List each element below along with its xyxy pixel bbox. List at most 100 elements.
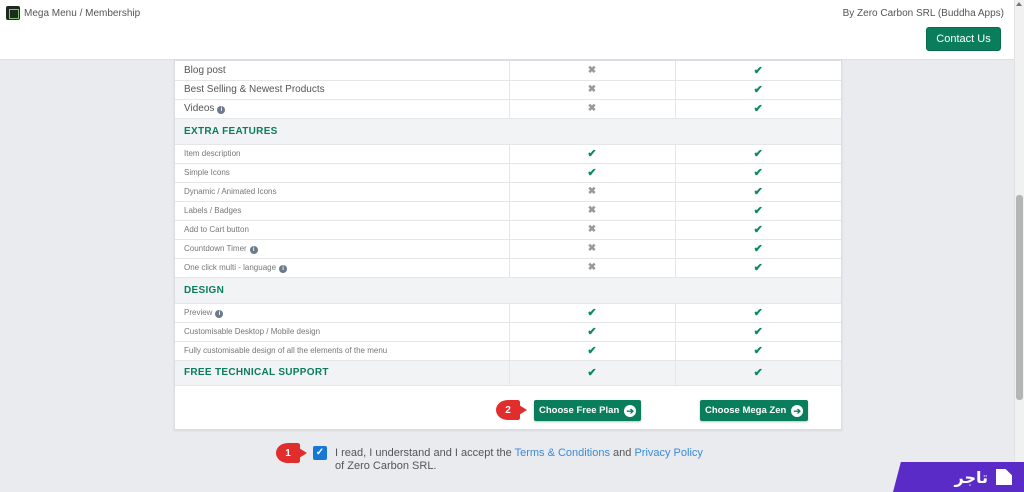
step-badge-1: 1 — [276, 443, 307, 463]
free-plan-cell: ✔ — [509, 360, 676, 386]
check-icon: ✔ — [753, 326, 763, 338]
free-plan-cell: ✔ — [509, 322, 676, 342]
scrollbar-thumb[interactable] — [1016, 195, 1023, 400]
feature-label: Blog post — [184, 64, 226, 76]
plan-comparison-panel: Blog post ✖ ✔ Best Selling & Newest Product… — [174, 60, 842, 430]
check-icon: ✔ — [753, 148, 763, 160]
feature-label: Labels / Badges — [184, 206, 242, 215]
app-title: Mega Menu / Membership — [24, 8, 141, 19]
mega-zen-cell: ✔ — [675, 99, 841, 119]
table-row: Countdown Timer i ✖ ✔ — [175, 239, 841, 259]
choose-mega-zen-label: Choose Mega Zen — [705, 405, 787, 416]
table-row: Dynamic / Animated Icons ✖ ✔ — [175, 182, 841, 202]
mega-zen-cell: ✔ — [675, 220, 841, 240]
table-row: Best Selling & Newest Products ✖ ✔ — [175, 80, 841, 100]
accept-terms-checkbox[interactable]: ✓ — [313, 446, 327, 460]
agreement-text-after: of Zero Carbon SRL. — [335, 460, 437, 472]
agreement-text-middle: and — [609, 447, 635, 459]
feature-label-cell: Labels / Badges — [175, 201, 510, 221]
section-title: DESIGN — [175, 277, 841, 304]
feature-label-cell: Add to Cart button — [175, 220, 510, 240]
check-icon: ✔ — [753, 367, 763, 379]
feature-label: FREE TECHNICAL SUPPORT — [184, 367, 329, 378]
check-icon: ✔ — [753, 84, 763, 96]
check-icon: ✔ — [587, 307, 597, 319]
app-logo-icon — [6, 6, 20, 20]
cross-icon: ✖ — [587, 103, 597, 114]
watermark-logo-icon — [996, 469, 1012, 485]
check-icon: ✔ — [753, 307, 763, 319]
info-icon[interactable]: i — [279, 264, 288, 273]
table-row: Fully customisable design of all the ele… — [175, 341, 841, 361]
check-icon: ✔ — [587, 345, 597, 357]
feature-label-cell: Fully customisable design of all the ele… — [175, 341, 510, 361]
arrow-right-icon: ➔ — [791, 404, 804, 417]
agreement-text: I read, I understand and I accept the Te… — [335, 447, 705, 473]
scroll-up-arrow-icon[interactable] — [1016, 2, 1022, 6]
mega-zen-cell: ✔ — [675, 80, 841, 100]
feature-label: One click multi - language — [184, 262, 277, 272]
app-author: By Zero Carbon SRL (Buddha Apps) — [842, 8, 1004, 19]
mega-zen-cell: ✔ — [675, 144, 841, 164]
cross-icon: ✖ — [587, 205, 597, 216]
table-row: FREE TECHNICAL SUPPORT ✔ ✔ — [175, 360, 841, 386]
mega-zen-cell: ✔ — [675, 258, 841, 278]
feature-label: Preview — [184, 307, 213, 317]
feature-label-cell: Item description — [175, 144, 510, 164]
feature-label-cell: Countdown Timer i — [175, 239, 510, 259]
table-row: One click multi - language i ✖ ✔ — [175, 258, 841, 278]
mega-zen-cell: ✔ — [675, 163, 841, 183]
cross-icon: ✖ — [587, 243, 597, 254]
feature-label-cell: Preview i — [175, 303, 510, 323]
table-row: Blog post ✖ ✔ — [175, 61, 841, 81]
feature-label: Simple Icons — [184, 168, 230, 177]
cross-icon: ✖ — [587, 84, 597, 95]
check-icon: ✔ — [753, 243, 763, 255]
check-icon: ✔ — [753, 205, 763, 217]
feature-label-cell: One click multi - language i — [175, 258, 510, 278]
feature-label-cell: Simple Icons — [175, 163, 510, 183]
mega-zen-cell: ✔ — [675, 239, 841, 259]
free-plan-cell: ✖ — [509, 258, 676, 278]
watermark-banner: تاجر — [893, 462, 1024, 492]
feature-label-cell: FREE TECHNICAL SUPPORT — [175, 360, 510, 386]
info-icon[interactable]: i — [215, 309, 224, 318]
feature-label: Add to Cart button — [184, 225, 249, 234]
cross-icon: ✖ — [587, 186, 597, 197]
free-plan-cell: ✔ — [509, 144, 676, 164]
check-icon: ✔ — [753, 103, 763, 115]
feature-label-cell: Videos i — [175, 99, 510, 119]
mega-zen-cell: ✔ — [675, 61, 841, 81]
choose-mega-zen-button[interactable]: Choose Mega Zen ➔ — [700, 400, 809, 421]
scrollbar[interactable] — [1014, 0, 1024, 492]
privacy-policy-link[interactable]: Privacy Policy — [634, 447, 702, 459]
feature-label: Dynamic / Animated Icons — [184, 187, 277, 196]
table-row: Labels / Badges ✖ ✔ — [175, 201, 841, 221]
choose-free-plan-button[interactable]: Choose Free Plan ➔ — [534, 400, 642, 421]
mega-zen-cell: ✔ — [675, 182, 841, 202]
feature-label-cell: Best Selling & Newest Products — [175, 80, 510, 100]
free-plan-cell: ✔ — [509, 163, 676, 183]
free-plan-cell: ✔ — [509, 303, 676, 323]
contact-us-button[interactable]: Contact Us — [926, 27, 1001, 51]
terms-link[interactable]: Terms & Conditions — [515, 447, 610, 459]
free-plan-cell: ✔ — [509, 341, 676, 361]
table-row: Simple Icons ✔ ✔ — [175, 163, 841, 183]
free-plan-cell: ✖ — [509, 220, 676, 240]
feature-label: Videos — [184, 103, 215, 114]
cross-icon: ✖ — [587, 64, 597, 76]
section-header-row: DESIGN — [175, 277, 841, 304]
table-row: Customisable Desktop / Mobile design ✔ ✔ — [175, 322, 841, 342]
watermark-text: تاجر — [954, 467, 989, 487]
cross-icon: ✖ — [587, 224, 597, 235]
step-badge-2: 2 — [496, 400, 527, 420]
feature-label-cell: Dynamic / Animated Icons — [175, 182, 510, 202]
mega-zen-cell: ✔ — [675, 322, 841, 342]
info-icon[interactable]: i — [217, 106, 226, 114]
mega-zen-cell: ✔ — [675, 201, 841, 221]
feature-table: Blog post ✖ ✔ Best Selling & Newest Product… — [175, 61, 841, 386]
check-icon: ✔ — [753, 186, 763, 198]
section-header-row: EXTRA FEATURES — [175, 118, 841, 145]
info-icon[interactable]: i — [249, 245, 258, 254]
app-header: Mega Menu / Membership By Zero Carbon SR… — [0, 0, 1024, 60]
